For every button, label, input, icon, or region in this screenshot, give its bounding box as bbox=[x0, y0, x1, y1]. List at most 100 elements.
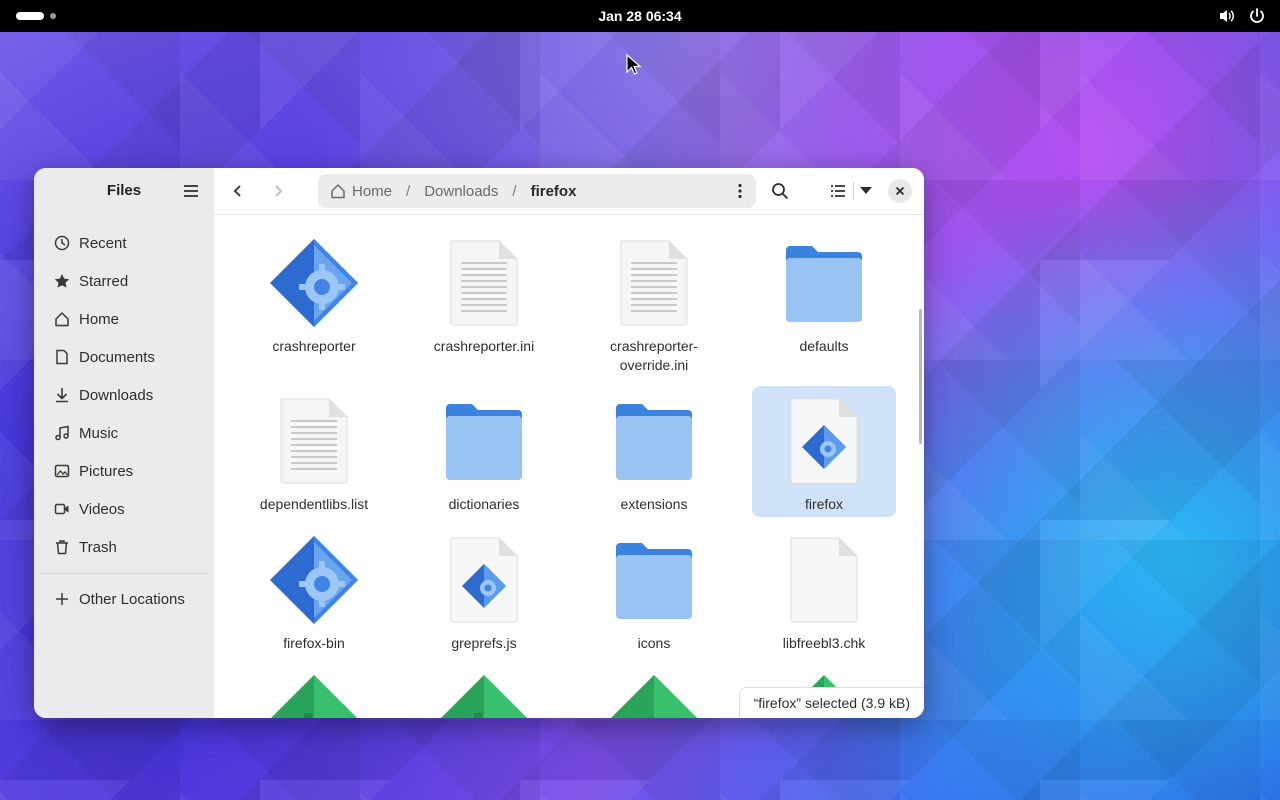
file-item[interactable]: dependentlibs.list bbox=[242, 393, 386, 514]
video-icon bbox=[54, 503, 69, 515]
sidebar-item-pictures[interactable]: Pictures bbox=[34, 452, 214, 490]
file-item[interactable]: crashreporter-override.ini bbox=[582, 235, 726, 375]
mouse-pointer-icon bbox=[626, 54, 642, 75]
volume-icon[interactable] bbox=[1218, 7, 1236, 25]
breadcrumb-current[interactable]: firefox bbox=[531, 183, 577, 200]
sidebar-item-trash[interactable]: Trash bbox=[34, 528, 214, 566]
file-name: dictionaries bbox=[448, 496, 520, 512]
sidebar-item-starred[interactable]: Starred bbox=[34, 262, 214, 300]
executable-icon bbox=[270, 239, 358, 327]
breadcrumb-separator: / bbox=[406, 182, 411, 200]
library-icon bbox=[441, 675, 527, 718]
system-menu[interactable] bbox=[1218, 7, 1266, 25]
folder-icon bbox=[786, 246, 862, 322]
file-name: libfreebl3.chk bbox=[782, 635, 866, 651]
breadcrumb-label: firefox bbox=[530, 182, 577, 200]
executable-icon bbox=[270, 536, 358, 624]
plus-icon bbox=[56, 593, 68, 605]
back-button[interactable] bbox=[224, 177, 252, 205]
breadcrumb-label: Downloads bbox=[424, 182, 499, 200]
workspace-indicator[interactable] bbox=[50, 13, 56, 19]
breadcrumb-home[interactable]: Home bbox=[330, 183, 392, 200]
clock[interactable]: Jan 28 06:34 bbox=[598, 8, 681, 24]
chevron-left-icon bbox=[233, 185, 241, 197]
sidebar-item-music[interactable]: Music bbox=[34, 414, 214, 452]
search-button[interactable] bbox=[766, 177, 794, 205]
file-name: crashreporter-override.ini bbox=[610, 338, 698, 373]
close-icon bbox=[895, 186, 905, 196]
sidebar-item-videos[interactable]: Videos bbox=[34, 490, 214, 528]
view-list-button[interactable] bbox=[824, 177, 852, 205]
sidebar-item-home[interactable]: Home bbox=[34, 300, 214, 338]
text-file-icon bbox=[280, 398, 348, 484]
file-name: dependentlibs.list bbox=[259, 496, 369, 512]
sidebar-item-documents[interactable]: Documents bbox=[34, 338, 214, 376]
file-name: firefox-bin bbox=[283, 635, 345, 651]
home-icon bbox=[331, 184, 345, 199]
trash-icon bbox=[56, 540, 68, 555]
sidebar-item-label: Trash bbox=[79, 538, 117, 556]
file-grid-view[interactable]: crashreporter crashreporter.ini crashrep… bbox=[214, 215, 924, 718]
file-item[interactable] bbox=[582, 671, 726, 718]
home-icon bbox=[55, 312, 69, 327]
power-icon[interactable] bbox=[1248, 7, 1266, 25]
workspace-indicator-active[interactable] bbox=[16, 12, 44, 20]
view-options-button[interactable] bbox=[852, 177, 880, 205]
dropdown-arrow-icon bbox=[860, 187, 872, 194]
star-icon bbox=[54, 274, 70, 288]
sidebar-item-label: Home bbox=[79, 310, 120, 328]
clock-icon bbox=[54, 235, 70, 251]
list-view-icon bbox=[831, 185, 845, 197]
file-name: extensions bbox=[620, 496, 688, 512]
activities-button[interactable] bbox=[16, 12, 56, 20]
more-vertical-icon bbox=[738, 183, 742, 199]
file-item[interactable]: crashreporter bbox=[242, 235, 386, 356]
document-icon bbox=[56, 349, 68, 365]
file-name: firefox bbox=[804, 496, 844, 512]
forward-button[interactable] bbox=[264, 177, 292, 205]
file-item[interactable] bbox=[412, 671, 556, 718]
sidebar-item-label: Other Locations bbox=[79, 590, 185, 608]
file-name: crashreporter.ini bbox=[433, 338, 535, 354]
header-bar: Home / Downloads / firefox bbox=[214, 168, 924, 215]
chevron-right-icon bbox=[275, 185, 283, 197]
file-item[interactable]: libfreebl3.chk bbox=[752, 532, 896, 653]
path-bar[interactable]: Home / Downloads / firefox bbox=[318, 174, 756, 208]
breadcrumb-separator: / bbox=[512, 182, 517, 200]
selection-status-bar: “firefox” selected (3.9 kB) bbox=[738, 687, 924, 718]
folder-menu-button[interactable] bbox=[726, 177, 754, 205]
file-name: crashreporter bbox=[272, 338, 356, 354]
sidebar-item-other-locations[interactable]: Other Locations bbox=[34, 580, 214, 618]
file-item[interactable]: firefox-bin bbox=[242, 532, 386, 653]
status-text: “firefox” selected (3.9 kB) bbox=[753, 695, 910, 711]
hamburger-icon bbox=[184, 185, 198, 197]
text-file-icon bbox=[620, 240, 688, 326]
sidebar-divider bbox=[40, 573, 208, 574]
folder-item[interactable]: icons bbox=[582, 532, 726, 653]
folder-item[interactable]: dictionaries bbox=[412, 393, 556, 514]
picture-icon bbox=[54, 464, 70, 478]
files-window: Files Recent Starred Home Documents Down… bbox=[34, 168, 924, 718]
text-file-icon bbox=[450, 240, 518, 326]
breadcrumb-downloads[interactable]: Downloads bbox=[424, 183, 498, 200]
sidebar-item-label: Recent bbox=[79, 234, 127, 252]
main-menu-button[interactable] bbox=[180, 180, 202, 202]
file-item[interactable] bbox=[242, 671, 386, 718]
file-item[interactable]: crashreporter.ini bbox=[412, 235, 556, 356]
script-file-icon bbox=[450, 537, 518, 623]
folder-item[interactable]: defaults bbox=[752, 235, 896, 356]
file-item-selected[interactable]: firefox bbox=[752, 386, 896, 517]
folder-icon bbox=[616, 543, 692, 619]
close-window-button[interactable] bbox=[888, 179, 912, 203]
breadcrumb-label: Home bbox=[352, 182, 393, 200]
download-icon bbox=[56, 388, 68, 403]
sidebar-item-downloads[interactable]: Downloads bbox=[34, 376, 214, 414]
top-bar: Jan 28 06:34 bbox=[0, 0, 1280, 32]
sidebar-item-label: Downloads bbox=[79, 386, 154, 404]
scrollbar[interactable] bbox=[919, 309, 922, 444]
library-icon bbox=[611, 675, 697, 718]
sidebar: Files Recent Starred Home Documents Down… bbox=[34, 168, 215, 718]
folder-item[interactable]: extensions bbox=[582, 393, 726, 514]
file-item[interactable]: greprefs.js bbox=[412, 532, 556, 653]
sidebar-item-recent[interactable]: Recent bbox=[34, 224, 214, 262]
